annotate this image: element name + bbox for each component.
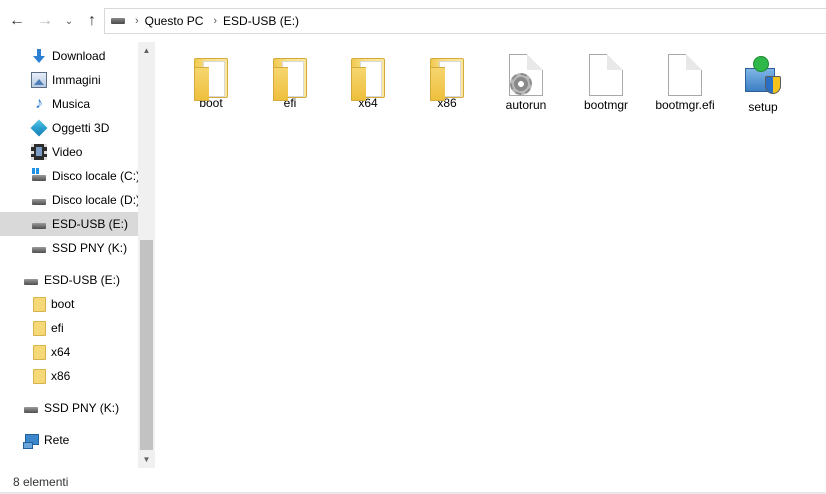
file-name: bootmgr xyxy=(583,98,629,112)
status-bar: 8 elementi xyxy=(0,468,826,494)
file-name: autorun xyxy=(505,98,547,112)
sidebar-item-rete[interactable]: Rete xyxy=(0,428,138,452)
sidebar-item-label: Download xyxy=(52,49,106,63)
file-item-x86[interactable]: x86 xyxy=(409,54,485,110)
sidebar-scrollbar[interactable]: ▲ ▼ xyxy=(138,42,155,468)
folder-icon xyxy=(194,58,228,101)
sidebar-item-label: efi xyxy=(51,321,64,335)
network-icon xyxy=(23,432,39,449)
folder-icon xyxy=(430,58,464,101)
sidebar-item-label: SSD PNY (K:) xyxy=(52,241,128,255)
scroll-down-icon[interactable]: ▼ xyxy=(138,451,155,468)
breadcrumb-separator-icon: › xyxy=(213,15,218,27)
file-name: bootmgr.efi xyxy=(655,98,715,112)
file-name: efi xyxy=(283,96,297,110)
folder-icon xyxy=(273,58,307,101)
file-item-bootmgr[interactable]: bootmgr xyxy=(568,54,644,112)
arrow-right-icon: → xyxy=(37,12,53,29)
breadcrumb-esd-usb[interactable]: ESD-USB (E:) xyxy=(223,14,299,28)
sidebar-item-folder-x64[interactable]: x64 xyxy=(0,340,138,364)
sidebar-item-musica[interactable]: ♪ Musica xyxy=(0,92,138,116)
item-count: 8 elementi xyxy=(13,474,69,489)
install-arrow-icon xyxy=(753,56,769,72)
up-button[interactable]: ↑ xyxy=(82,11,102,31)
file-icon xyxy=(668,54,702,96)
sidebar-item-immagini[interactable]: Immagini xyxy=(0,68,138,92)
download-icon xyxy=(31,48,47,64)
navigation-pane: Download Immagini ♪ Musica Oggetti 3D Vi… xyxy=(0,42,155,468)
address-bar[interactable]: › Questo PC › ESD-USB (E:) xyxy=(104,8,826,34)
folder-icon xyxy=(33,296,46,312)
folder-icon xyxy=(33,368,46,384)
usb-drive-icon xyxy=(31,216,47,232)
sidebar-item-label: Disco locale (D:) xyxy=(52,193,141,207)
sidebar-item-label: Rete xyxy=(44,433,70,447)
chevron-down-icon: ⌄ xyxy=(64,15,74,27)
sidebar-item-folder-efi[interactable]: efi xyxy=(0,316,138,340)
scrollbar-thumb[interactable] xyxy=(140,240,153,450)
file-name: boot xyxy=(199,96,223,110)
back-button[interactable]: ← xyxy=(7,11,27,31)
pictures-icon xyxy=(31,72,47,88)
folder-icon xyxy=(351,58,385,101)
recent-locations-button[interactable]: ⌄ xyxy=(61,11,77,31)
sidebar-item-label: Musica xyxy=(52,97,91,111)
sidebar-item-folder-x86[interactable]: x86 xyxy=(0,364,138,388)
forward-button[interactable]: → xyxy=(35,11,55,31)
breadcrumb-questo-pc[interactable]: Questo PC xyxy=(145,14,204,28)
file-name: x86 xyxy=(437,96,457,110)
sidebar-item-esd-usb-root[interactable]: ESD-USB (E:) xyxy=(0,268,138,292)
folder-icon xyxy=(33,320,46,336)
file-name: setup xyxy=(748,100,778,114)
file-item-x64[interactable]: x64 xyxy=(330,54,406,110)
arrow-up-icon: ↑ xyxy=(88,12,96,29)
drive-icon xyxy=(31,192,47,208)
breadcrumb-separator-icon: › xyxy=(135,15,139,27)
sidebar-item-label: Disco locale (C:) xyxy=(52,169,141,183)
uac-shield-icon xyxy=(765,76,781,94)
file-name: x64 xyxy=(358,96,378,110)
sidebar-item-label: x64 xyxy=(51,345,71,359)
file-item-autorun[interactable]: autorun xyxy=(488,54,564,112)
sidebar-item-label: boot xyxy=(51,297,75,311)
sidebar-item-download[interactable]: Download xyxy=(0,44,138,68)
folder-icon xyxy=(33,344,46,360)
sidebar-item-label: SSD PNY (K:) xyxy=(44,401,120,415)
sidebar-item-ssd-pny[interactable]: SSD PNY (K:) xyxy=(0,236,138,260)
settings-file-icon xyxy=(509,54,543,96)
sidebar-item-label: Oggetti 3D xyxy=(52,121,110,135)
music-icon: ♪ xyxy=(35,95,43,112)
usb-drive-icon xyxy=(23,272,39,288)
sidebar-item-ssd-pny-root[interactable]: SSD PNY (K:) xyxy=(0,396,138,420)
file-item-setup[interactable]: setup xyxy=(725,54,801,114)
file-item-boot[interactable]: boot xyxy=(173,54,249,110)
sidebar-item-label: Video xyxy=(52,145,83,159)
scroll-up-icon[interactable]: ▲ xyxy=(138,42,155,59)
windows-drive-icon xyxy=(31,168,47,184)
sidebar-item-label: x86 xyxy=(51,369,71,383)
sidebar-item-esd-usb[interactable]: ESD-USB (E:) xyxy=(0,212,138,236)
address-toolbar: ← → ⌄ ↑ › Questo PC › ESD-USB (E:) xyxy=(0,0,826,42)
file-item-bootmgr-efi[interactable]: bootmgr.efi xyxy=(646,54,724,112)
sidebar-item-disco-c[interactable]: Disco locale (C:) xyxy=(0,164,141,188)
gear-icon xyxy=(510,73,532,95)
sidebar-item-folder-boot[interactable]: boot xyxy=(0,292,138,316)
sidebar-item-label: Immagini xyxy=(52,73,101,87)
drive-icon xyxy=(111,18,125,24)
file-item-efi[interactable]: efi xyxy=(252,54,328,110)
sidebar-item-label: ESD-USB (E:) xyxy=(52,217,129,231)
sidebar-item-oggetti-3d[interactable]: Oggetti 3D xyxy=(0,116,138,140)
video-icon xyxy=(31,144,47,160)
3d-objects-icon xyxy=(30,119,48,137)
setup-icon xyxy=(743,54,783,98)
arrow-left-icon: ← xyxy=(9,12,25,29)
sidebar-item-disco-d[interactable]: Disco locale (D:) xyxy=(0,188,141,212)
sidebar-item-video[interactable]: Video xyxy=(0,140,138,164)
sidebar-item-label: ESD-USB (E:) xyxy=(44,273,121,287)
drive-icon xyxy=(31,240,47,256)
file-list: boot efi x64 x86 autorun bootmgr bootmgr… xyxy=(155,42,826,468)
drive-icon xyxy=(23,400,39,416)
file-icon xyxy=(589,54,623,96)
